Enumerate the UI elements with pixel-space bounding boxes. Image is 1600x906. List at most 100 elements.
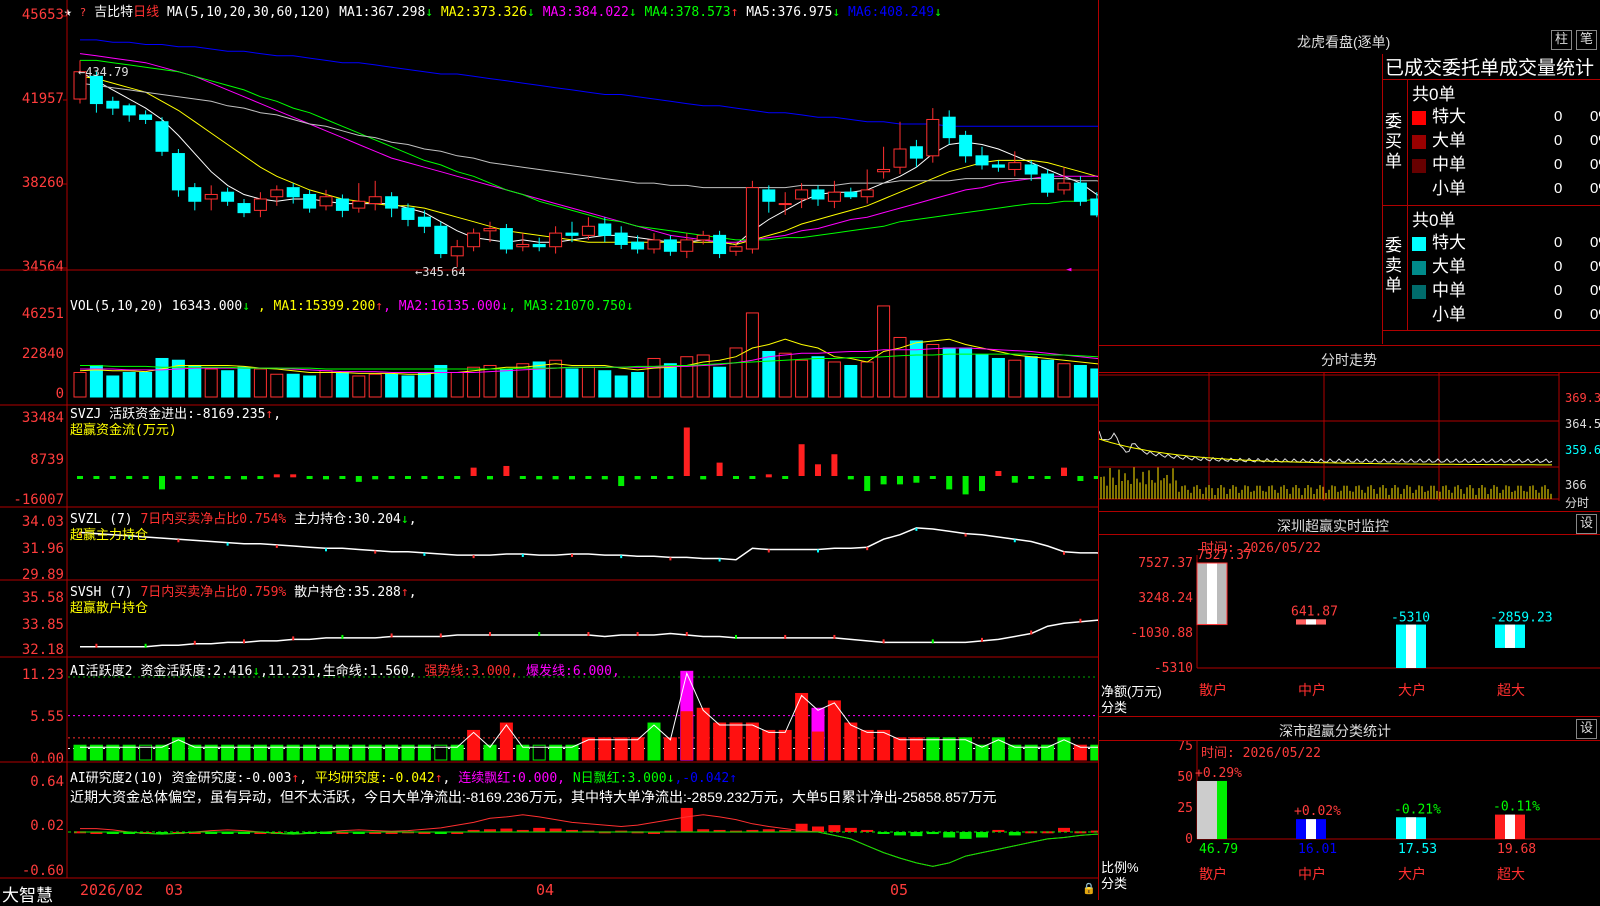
intraday-ytick-1: 364.5 — [1565, 417, 1600, 431]
retail-holding-tick — [144, 643, 147, 648]
strong-value: 3.000, — [471, 664, 519, 679]
fund-flow-bar — [421, 476, 428, 479]
activity-bar — [844, 722, 858, 761]
fund-flow-bar — [667, 476, 674, 479]
candle-body — [401, 207, 415, 220]
ai-active-label: 资金活跃度: — [140, 664, 214, 679]
activity-bar — [926, 737, 940, 761]
main-holding-tick — [472, 555, 475, 559]
ma-line-ma5 — [79, 71, 1098, 246]
candle-body — [647, 239, 661, 250]
research-bar — [1008, 832, 1021, 836]
buy-row: 小单 0 0% — [1408, 177, 1600, 201]
candle-body — [778, 203, 792, 206]
svzl-label2: 超赢主力持仓 — [70, 528, 149, 543]
tick-toggle-button[interactable]: 笔 — [1576, 30, 1598, 50]
fund-flow-bar — [109, 476, 116, 479]
research-label: 资金研究度: — [171, 771, 245, 786]
fund-flow-bar — [700, 476, 707, 480]
fund-flow-bar — [191, 476, 198, 479]
buy-pct: 0% — [1590, 180, 1600, 197]
svsh-label: 散户持仓: — [294, 585, 354, 600]
candle-body — [532, 243, 546, 248]
fund-flow-bar — [569, 476, 575, 480]
retail-holding-tick — [735, 634, 737, 639]
candle-body — [827, 191, 841, 202]
fund-flow-bar — [913, 476, 920, 483]
activity-bar — [598, 737, 612, 761]
classify-ytick: 75 — [1177, 741, 1193, 754]
main-holding-tick — [866, 547, 869, 551]
intraday-ytick-2: 359.6 — [1565, 443, 1600, 457]
volume-bar — [631, 371, 645, 398]
classify-settings-button[interactable]: 设 — [1576, 719, 1598, 739]
vol-ma-key-2: , MA3: — [508, 299, 556, 314]
sell-row: 特大 0 0% — [1408, 231, 1600, 255]
fund-flow-bar — [815, 464, 821, 476]
volume-bar — [844, 364, 858, 398]
volume-bar — [286, 373, 300, 398]
volume-bar — [663, 363, 677, 398]
lock-icon[interactable]: 🔒 — [1082, 882, 1096, 895]
buy-swatch — [1412, 134, 1426, 149]
bar-toggle-button[interactable]: 柱 — [1551, 30, 1573, 50]
vol-ma-key-0: , MA1: — [257, 299, 305, 314]
retail-holding-tick — [390, 633, 393, 638]
xlabel-apr: 04 — [536, 881, 555, 899]
candle-body — [565, 232, 579, 236]
sell-row: 大单 0 0% — [1408, 255, 1600, 279]
volume-bar — [1041, 359, 1055, 398]
fund-flow-bar — [1011, 476, 1018, 483]
fund-flow-bar — [519, 476, 526, 479]
volume-bar — [155, 357, 169, 398]
volume-bar — [975, 354, 989, 398]
monitor-title: 深圳超赢实时监控 — [1277, 518, 1389, 534]
fund-flow-bar — [77, 476, 83, 479]
classify-bar-0 — [1197, 780, 1227, 839]
activity-bar-inner — [812, 731, 824, 760]
fund-flow-bar — [323, 476, 329, 480]
classify-ytick: 25 — [1177, 801, 1193, 816]
svzj-label2: 超赢资金流(万元) — [70, 423, 177, 438]
research-bar — [910, 832, 923, 837]
classify-change-label: -0.11% — [1493, 800, 1540, 815]
buy-row: 中单 0 0% — [1408, 153, 1600, 177]
monitor-category: 中户 — [1298, 682, 1326, 699]
monitor-settings-button[interactable]: 设 — [1576, 514, 1598, 534]
volume-bar — [598, 370, 612, 398]
volume-bar — [303, 375, 317, 398]
fund-flow-bar — [880, 476, 887, 485]
candle-body — [270, 189, 284, 198]
intraday-chart[interactable] — [1099, 373, 1600, 511]
svsh-label2: 超赢散户持仓 — [70, 601, 149, 616]
activity-bar — [942, 737, 956, 761]
chart-area[interactable]: ★ ? 吉比特日线 MA(5,10,20,30,60,120) MA1:367.… — [0, 0, 1098, 905]
fund-flow-bar — [388, 476, 395, 479]
candle-body — [795, 189, 809, 200]
avg-research-value: -0.042 — [387, 771, 435, 786]
sell-pct: 0% — [1590, 234, 1600, 251]
volume-bar — [795, 359, 809, 398]
sell-count: 0 — [1554, 282, 1563, 299]
high-label: ←434.79 — [78, 65, 129, 79]
fund-flow-bar — [601, 476, 608, 480]
ma-line-ma120 — [80, 39, 1098, 127]
app-logo: 大智慧 — [2, 886, 53, 905]
intraday-ytick-3: 366 — [1565, 478, 1587, 492]
candle-body — [713, 234, 727, 255]
volume-bar — [1057, 363, 1071, 398]
monitor-value-label: 7527.37 — [1197, 548, 1252, 563]
candle-body — [598, 223, 612, 236]
ai-active-name: AI活跃度2 — [70, 664, 133, 679]
fund-flow-bar — [749, 476, 756, 479]
svzl-label: 主力持仓: — [294, 512, 354, 527]
research-bar — [976, 832, 988, 838]
sell-name: 特大 — [1432, 233, 1466, 252]
sell-swatch — [1412, 308, 1426, 323]
main-holding-tick — [374, 550, 377, 554]
ma-line-ma10 — [79, 75, 1098, 246]
fund-flow-bar — [585, 476, 592, 479]
retail-holding-tick — [882, 639, 885, 644]
volume-bar — [221, 370, 235, 398]
fund-flow-bar — [306, 476, 313, 479]
